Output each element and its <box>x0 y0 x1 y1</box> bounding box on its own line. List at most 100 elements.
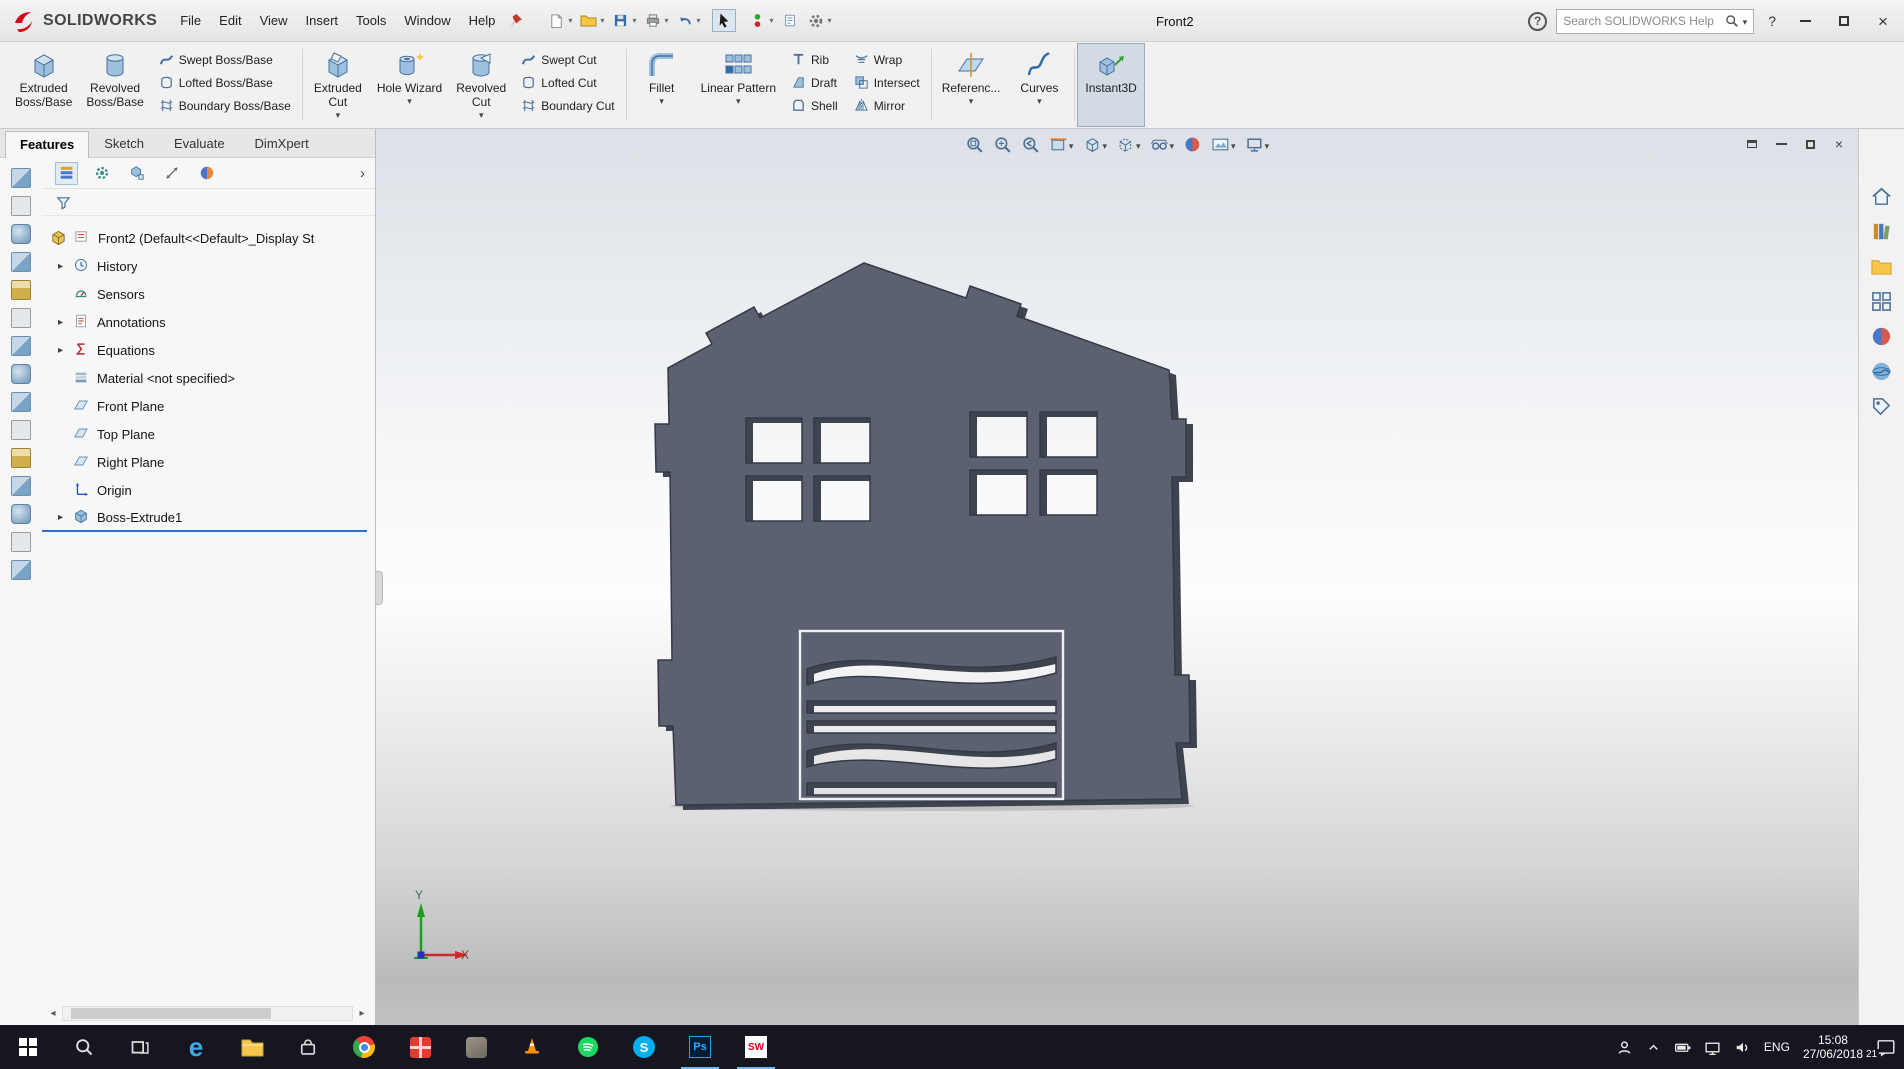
instant3d-button[interactable]: Instant3D <box>1077 43 1145 127</box>
previous-view-icon[interactable] <box>1021 135 1040 154</box>
dropdown-caret-icon[interactable] <box>1231 140 1236 150</box>
dock-window-icon[interactable] <box>1745 137 1759 151</box>
expand-arrow-icon[interactable] <box>58 512 73 523</box>
panel-tool-icon[interactable] <box>11 308 31 328</box>
pin-menu-icon[interactable] <box>508 13 523 28</box>
dropdown-caret-icon[interactable] <box>969 95 974 105</box>
extruded-boss-base-button[interactable]: Extruded Boss/Base <box>8 44 79 126</box>
scroll-right-icon[interactable] <box>355 1008 369 1019</box>
revolved-boss-base-button[interactable]: Revolved Boss/Base <box>79 44 150 126</box>
swept-boss-base-button[interactable]: Swept Boss/Base <box>159 50 291 69</box>
tree-item-top-plane[interactable]: Top Plane <box>42 420 375 448</box>
options-button[interactable] <box>805 10 834 31</box>
dropdown-caret-icon[interactable] <box>479 109 484 119</box>
save-button[interactable] <box>609 10 638 31</box>
zoom-fit-icon[interactable] <box>965 135 984 154</box>
dropdown-caret-icon[interactable] <box>1102 140 1107 150</box>
solidworks-taskbar-button[interactable] <box>728 1025 784 1069</box>
view-orientation-icon[interactable] <box>1082 135 1107 154</box>
battery-icon[interactable] <box>1674 1039 1691 1056</box>
menu-window[interactable]: Window <box>395 7 459 34</box>
house-model[interactable] <box>654 262 1197 810</box>
hole-wizard-button[interactable]: Hole Wizard <box>370 44 449 126</box>
new-document-button[interactable] <box>545 10 574 31</box>
scrollbar-thumb[interactable] <box>71 1008 271 1019</box>
panel-tool-icon[interactable] <box>11 196 31 216</box>
edge-browser-button[interactable] <box>168 1025 224 1069</box>
start-button[interactable] <box>0 1025 56 1069</box>
revolved-cut-button[interactable]: Revolved Cut <box>449 44 513 126</box>
dimxpert-manager-tab-icon[interactable] <box>161 163 182 184</box>
panel-tool-icon[interactable] <box>11 532 31 552</box>
menu-file[interactable]: File <box>171 7 210 34</box>
panel-horizontal-scrollbar[interactable] <box>46 1005 369 1022</box>
minimize-button[interactable] <box>1790 8 1820 35</box>
graphics-viewport[interactable]: Y X × <box>376 129 1858 1025</box>
panel-tool-icon[interactable] <box>11 280 31 300</box>
file-explorer-pane-icon[interactable] <box>1870 255 1893 278</box>
gift-app-button[interactable] <box>392 1025 448 1069</box>
search-scope-dropdown-icon[interactable] <box>1743 16 1748 26</box>
tree-item-material[interactable]: Material <not specified> <box>42 364 375 392</box>
panel-tool-icon[interactable] <box>11 364 31 384</box>
close-button[interactable]: × <box>1868 8 1898 35</box>
tree-root-part[interactable]: Front2 (Default<<Default>_Display St <box>42 224 375 252</box>
vlc-button[interactable] <box>504 1025 560 1069</box>
panel-tool-icon[interactable] <box>11 336 31 356</box>
draft-button[interactable]: Draft <box>791 73 838 92</box>
home-icon[interactable] <box>1870 185 1893 208</box>
display-style-icon[interactable] <box>1116 135 1141 154</box>
panel-tool-icon[interactable] <box>11 224 31 244</box>
photoshop-button[interactable] <box>672 1025 728 1069</box>
configuration-manager-tab-icon[interactable] <box>126 163 147 184</box>
volume-icon[interactable] <box>1734 1039 1751 1056</box>
dropdown-caret-icon[interactable] <box>407 95 412 105</box>
dropdown-caret-icon[interactable] <box>336 109 341 119</box>
shell-button[interactable]: Shell <box>791 96 838 115</box>
dropdown-caret-icon[interactable] <box>1069 140 1074 150</box>
filter-funnel-icon[interactable] <box>56 195 71 210</box>
tab-evaluate[interactable]: Evaluate <box>159 130 240 157</box>
extruded-cut-button[interactable]: Extruded Cut <box>306 44 370 126</box>
tab-sketch[interactable]: Sketch <box>89 130 159 157</box>
tab-features[interactable]: Features <box>5 131 90 158</box>
search-input[interactable] <box>1563 14 1721 28</box>
scroll-left-icon[interactable] <box>46 1008 60 1019</box>
undo-button[interactable] <box>673 10 702 31</box>
task-view-button[interactable] <box>112 1025 168 1069</box>
panel-expand-chevron-icon[interactable] <box>360 165 365 182</box>
expand-arrow-icon[interactable] <box>58 317 73 328</box>
tree-item-origin[interactable]: Origin <box>42 476 375 504</box>
panel-tool-icon[interactable] <box>11 252 31 272</box>
tree-item-front-plane[interactable]: Front Plane <box>42 392 375 420</box>
menu-view[interactable]: View <box>251 7 297 34</box>
dropdown-caret-icon[interactable] <box>736 95 741 105</box>
dropdown-caret-icon[interactable] <box>1136 140 1141 150</box>
menu-insert[interactable]: Insert <box>297 7 348 34</box>
panel-splitter-handle[interactable] <box>376 571 383 605</box>
intersect-button[interactable]: Intersect <box>854 73 920 92</box>
maximize-button[interactable] <box>1829 8 1859 35</box>
boundary-cut-button[interactable]: Boundary Cut <box>521 96 615 115</box>
reference-geometry-button[interactable]: Referenc... <box>935 44 1008 126</box>
close-document-icon[interactable]: × <box>1832 137 1846 151</box>
skype-button[interactable] <box>616 1025 672 1069</box>
expand-arrow-icon[interactable] <box>58 345 73 356</box>
print-button[interactable] <box>641 10 670 31</box>
minimize-document-icon[interactable] <box>1774 137 1788 151</box>
wrap-button[interactable]: Wrap <box>854 50 920 69</box>
select-tool-button[interactable] <box>712 9 737 32</box>
scrollbar-track[interactable] <box>62 1006 353 1021</box>
feature-manager-tab-icon[interactable] <box>55 161 78 185</box>
taskbar-search-button[interactable] <box>56 1025 112 1069</box>
tree-filter-input[interactable] <box>79 192 361 212</box>
display-manager-tab-icon[interactable] <box>196 163 217 184</box>
panel-tool-icon[interactable] <box>11 392 31 412</box>
tree-item-boss-extrude1[interactable]: Boss-Extrude1 <box>42 504 367 532</box>
tree-item-equations[interactable]: Equations <box>42 336 375 364</box>
language-indicator[interactable]: ENG <box>1764 1040 1790 1054</box>
mirror-button[interactable]: Mirror <box>854 96 920 115</box>
people-icon[interactable] <box>1616 1039 1633 1056</box>
utility-app-button[interactable] <box>448 1025 504 1069</box>
panel-tool-icon[interactable] <box>11 476 31 496</box>
